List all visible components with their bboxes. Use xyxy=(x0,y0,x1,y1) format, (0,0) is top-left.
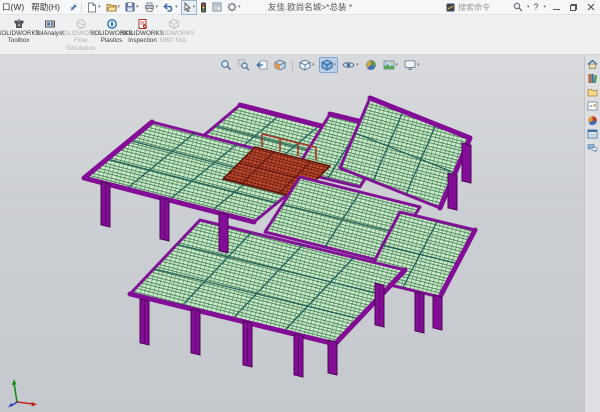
addin-label-line: MBD SNL xyxy=(160,37,188,44)
dropdown-arrow[interactable]: ▾ xyxy=(527,5,530,10)
plastics-icon xyxy=(106,17,118,30)
hide-show-items-button[interactable]: ▾ xyxy=(340,57,361,73)
addin-label-line: Inspection xyxy=(128,37,157,44)
addin-solidworks-mbd-snl: SOLIDWORKS MBD SNL xyxy=(158,16,189,45)
solidworks-forum-tab[interactable] xyxy=(586,142,599,154)
restore-button[interactable] xyxy=(567,1,580,13)
search-icon[interactable] xyxy=(513,2,523,12)
graphics-area[interactable]: ▾ ▾ ▾ ▾ ▾ xyxy=(0,55,600,412)
pin-menu-icon[interactable] xyxy=(69,3,78,12)
search-input[interactable]: 搜索命令 xyxy=(458,2,510,13)
toolbar-separator xyxy=(292,60,293,71)
mbd-icon xyxy=(168,17,180,30)
addin-label-line: Simulation xyxy=(66,45,95,52)
section-view-button[interactable] xyxy=(272,57,288,73)
titlebar-right: 搜索命令 ▾ ? ▾ xyxy=(446,1,600,13)
dropdown-arrow[interactable]: ▾ xyxy=(118,5,121,10)
print-button[interactable]: ▾ xyxy=(142,0,161,15)
addin-label-line: Toolbox xyxy=(8,37,30,44)
addin-label-line: SOLIDWORKS xyxy=(152,30,195,37)
display-style-button[interactable]: ▾ xyxy=(319,57,339,73)
close-button[interactable] xyxy=(584,1,597,13)
dropdown-arrow[interactable]: ▾ xyxy=(543,5,546,10)
dropdown-arrow[interactable]: ▾ xyxy=(417,63,420,68)
title-bar: 口(W) 帮助(H) ▾ ▾ ▾ ▾ xyxy=(0,0,600,15)
file-explorer-tab[interactable] xyxy=(586,86,599,98)
dropdown-arrow[interactable]: ▾ xyxy=(136,5,139,10)
view-palette-tab[interactable] xyxy=(586,100,599,112)
solidworks-resources-tab[interactable] xyxy=(586,58,599,70)
solidworks-logo-icon xyxy=(446,3,455,12)
tolanalyst-icon xyxy=(44,17,56,30)
task-pane-strip xyxy=(584,55,600,412)
dropdown-arrow[interactable]: ▾ xyxy=(156,5,159,10)
dropdown-arrow[interactable]: ▾ xyxy=(312,63,315,68)
design-library-tab[interactable] xyxy=(586,72,599,84)
appearances-scenes-tab[interactable] xyxy=(586,114,599,126)
previous-view-button[interactable] xyxy=(254,57,270,73)
help-button[interactable]: ? xyxy=(533,2,538,12)
inspection-icon xyxy=(137,17,149,30)
undo-button[interactable]: ▾ xyxy=(161,0,180,15)
command-manager: SOLIDWORKS Toolbox TolAnalyst SOLIDWORKS… xyxy=(0,15,600,55)
zoom-to-area-button[interactable] xyxy=(236,57,252,73)
heads-up-toolbar: ▾ ▾ ▾ ▾ ▾ xyxy=(218,57,422,73)
addin-label-line: Flow xyxy=(74,37,87,44)
minimize-button[interactable] xyxy=(550,1,563,13)
dropdown-arrow[interactable]: ▾ xyxy=(356,63,359,68)
addin-label-line: Plastics xyxy=(101,37,123,44)
menu-help[interactable]: 帮助(H) xyxy=(31,1,60,13)
edit-appearance-button[interactable] xyxy=(363,57,379,73)
toolbox-icon xyxy=(13,17,25,30)
flow-simulation-icon xyxy=(75,17,87,30)
dropdown-arrow[interactable]: ▾ xyxy=(396,63,399,68)
save-button[interactable]: ▾ xyxy=(123,0,141,15)
custom-properties-tab[interactable] xyxy=(586,128,599,140)
addin-solidworks-toolbox[interactable]: SOLIDWORKS Toolbox xyxy=(3,16,34,45)
zoom-to-fit-button[interactable] xyxy=(218,57,234,73)
dropdown-arrow[interactable]: ▾ xyxy=(98,5,101,10)
document-title: 友佳.欧尚名城>*总装 * xyxy=(180,1,440,13)
assembly-model[interactable] xyxy=(0,55,600,412)
dropdown-arrow[interactable]: ▾ xyxy=(334,63,337,68)
dropdown-arrow[interactable]: ▾ xyxy=(175,5,178,10)
view-orientation-button[interactable]: ▾ xyxy=(297,57,317,73)
new-document-button[interactable]: ▾ xyxy=(85,0,103,15)
reference-triad xyxy=(5,378,41,408)
menu-window[interactable]: 口(W) xyxy=(2,1,24,13)
search-commands[interactable]: 搜索命令 ▾ xyxy=(446,2,530,13)
view-settings-button[interactable]: ▾ xyxy=(402,57,422,73)
solidworks-window: 口(W) 帮助(H) ▾ ▾ ▾ ▾ xyxy=(0,0,600,412)
apply-scene-button[interactable]: ▾ xyxy=(381,57,401,73)
menu-bar: 口(W) 帮助(H) xyxy=(0,1,78,13)
open-button[interactable]: ▾ xyxy=(104,0,123,15)
toolbar-separator xyxy=(81,2,82,12)
